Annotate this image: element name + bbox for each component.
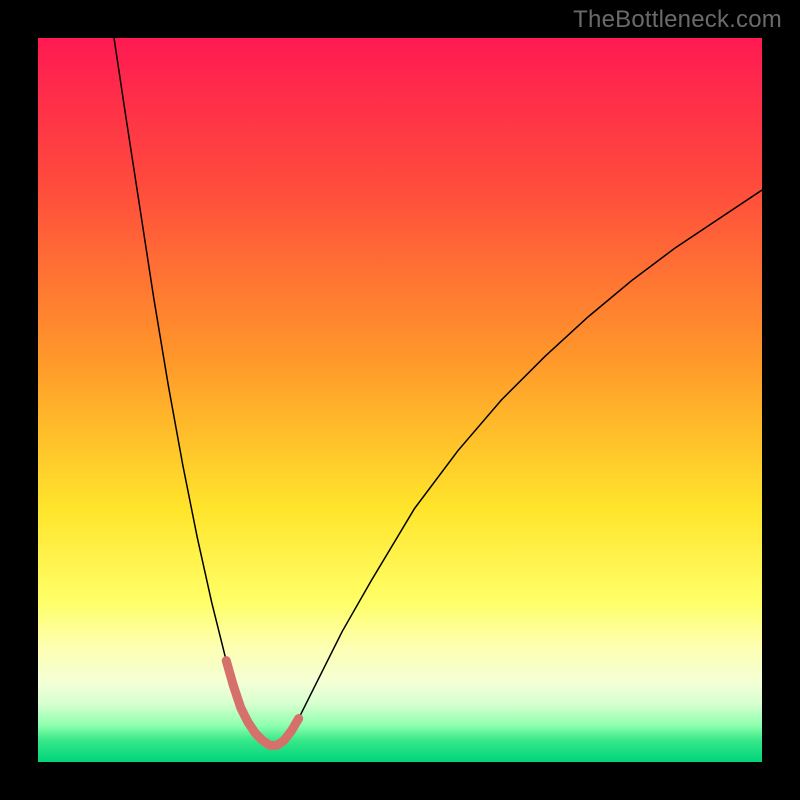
plot-area <box>38 38 762 762</box>
curve-layer <box>38 38 762 762</box>
highlight-trough <box>226 661 298 746</box>
chart-frame: TheBottleneck.com <box>0 0 800 800</box>
watermark-text: TheBottleneck.com <box>573 6 782 34</box>
bottleneck-curve <box>114 38 762 745</box>
